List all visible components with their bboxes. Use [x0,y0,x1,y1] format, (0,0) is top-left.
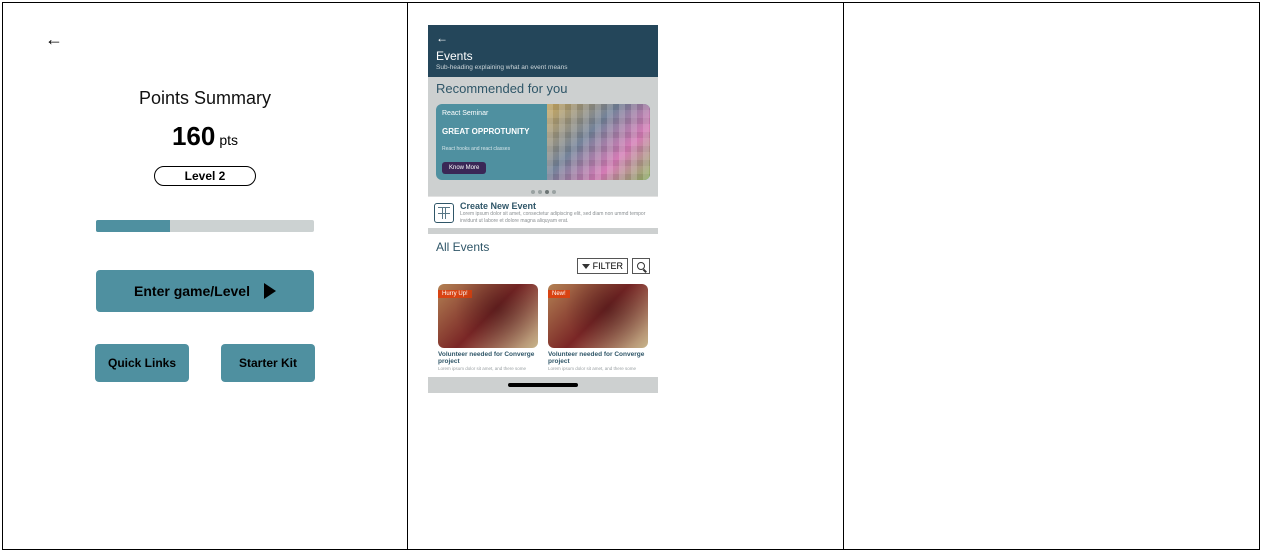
event-card-title: Volunteer needed for Converge project [548,351,648,366]
create-event-desc: Lorem ipsum dolor sit amet, consectetur … [460,211,652,224]
recommended-card[interactable]: React Seminar GREAT OPPROTUNITY React ho… [436,104,650,180]
events-header-sub: Sub-heading explaining what an event mea… [436,64,650,71]
enter-game-button[interactable]: Enter game/Level [96,270,314,312]
quick-links-button[interactable]: Quick Links [95,344,189,382]
create-event-title: Create New Event [460,201,652,211]
event-card[interactable]: Hurry Up! Volunteer needed for Converge … [438,284,538,371]
enter-game-label: Enter game/Level [134,283,250,299]
create-event-row[interactable]: Create New Event Lorem ipsum dolor sit a… [428,196,658,228]
points-value-row: 160 pts [172,121,238,152]
points-title: Points Summary [139,88,271,109]
search-icon [637,262,645,270]
recommended-event-name: React Seminar [442,110,541,117]
progress-bar [96,220,314,232]
events-back-arrow-icon[interactable]: ← [436,31,448,45]
search-button[interactable] [632,258,650,274]
recommended-card-info: React Seminar GREAT OPPROTUNITY React ho… [436,104,547,180]
carousel-dot-active[interactable] [545,190,549,194]
event-card-desc: Lorem ipsum dolor sit amet, and there so… [548,366,648,371]
recommended-event-sub: React hooks and react classes [442,146,541,152]
level-badge: Level 2 [154,166,257,186]
event-badge: New! [548,290,570,298]
event-card-desc: Lorem ipsum dolor sit amet, and there so… [438,366,538,371]
events-screen-cell: ← Events Sub-heading explaining what an … [408,3,844,549]
carousel-dot[interactable] [538,190,542,194]
phone-bottom-bar [428,377,658,393]
empty-cell [844,3,1259,549]
event-card[interactable]: New! Volunteer needed for Converge proje… [548,284,648,371]
carousel-dot[interactable] [552,190,556,194]
carousel-dot[interactable] [531,190,535,194]
carousel-dots[interactable] [428,186,658,196]
recommended-card-image [547,104,650,180]
recommended-card-wrap: React Seminar GREAT OPPROTUNITY React ho… [428,104,658,186]
layout-table: ← Points Summary 160 pts Level 2 Enter g… [2,2,1260,550]
calendar-icon [434,203,454,223]
home-indicator [508,383,578,387]
filter-row: FILTER [428,256,658,280]
event-badge: Hurry Up! [438,290,472,298]
event-grid: Hurry Up! Volunteer needed for Converge … [428,280,658,377]
points-summary-screen: ← Points Summary 160 pts Level 2 Enter g… [3,3,408,549]
play-icon [264,283,276,299]
secondary-buttons-row: Quick Links Starter Kit [95,344,315,382]
funnel-icon [582,264,590,269]
event-card-title: Volunteer needed for Converge project [438,351,538,366]
starter-kit-button[interactable]: Starter Kit [221,344,315,382]
events-header-title: Events [436,49,650,63]
events-header: ← Events Sub-heading explaining what an … [428,25,658,77]
progress-fill [96,220,170,232]
know-more-button[interactable]: Know More [442,162,486,174]
recommended-event-tagline: GREAT OPPROTUNITY [442,127,541,137]
filter-label: FILTER [593,261,623,271]
recommended-heading: Recommended for you [436,81,658,96]
back-arrow-icon[interactable]: ← [45,29,63,50]
all-events-heading: All Events [428,234,658,256]
events-phone-mockup: ← Events Sub-heading explaining what an … [428,25,658,393]
filter-button[interactable]: FILTER [577,258,628,274]
points-unit: pts [219,132,238,148]
event-thumb: New! [548,284,648,348]
event-thumb: Hurry Up! [438,284,538,348]
points-value: 160 [172,121,215,152]
